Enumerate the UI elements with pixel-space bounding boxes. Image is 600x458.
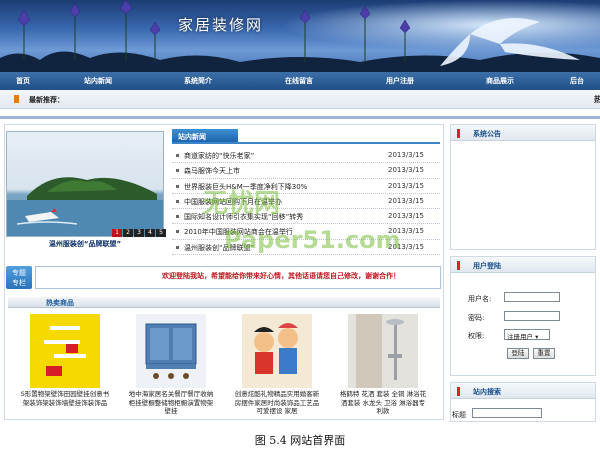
watermark: Paper51.com bbox=[224, 226, 401, 254]
password-field[interactable] bbox=[504, 311, 560, 321]
search-title: 站内搜索 bbox=[473, 388, 501, 396]
username-field[interactable] bbox=[504, 292, 560, 302]
page-dot-3[interactable]: 3 bbox=[134, 229, 144, 237]
login-title: 用户登陆 bbox=[473, 262, 501, 270]
product-image-figurines[interactable] bbox=[242, 314, 312, 388]
hot-products-title: 热卖商品 bbox=[46, 299, 74, 307]
shower-photo bbox=[348, 314, 418, 388]
bullet-icon bbox=[176, 245, 179, 249]
nav-home[interactable]: 首页 bbox=[16, 76, 30, 86]
news-date: 2013/3/15 bbox=[388, 181, 424, 190]
welcome-marquee: 欢迎登陆我站，希望能给你带来好心情，其他话语请您自己修改，谢谢合作！ bbox=[162, 272, 400, 280]
news-item[interactable]: 商道家纺的“快乐老家” 2013/3/15 bbox=[172, 148, 440, 164]
page-dot-4[interactable]: 4 bbox=[145, 229, 155, 237]
role-select[interactable]: 注册用户 ▾ bbox=[504, 329, 550, 341]
bullet-icon bbox=[176, 199, 179, 203]
bullet-icon bbox=[176, 215, 179, 219]
page-dot-2[interactable]: 2 bbox=[123, 229, 133, 237]
nav-about[interactable]: 系统简介 bbox=[184, 76, 212, 86]
nav-message[interactable]: 在线留言 bbox=[285, 76, 313, 86]
notice-title: 系统公告 bbox=[473, 130, 501, 138]
page-dot-5[interactable]: 5 bbox=[156, 229, 166, 237]
nav-admin[interactable]: 后台 bbox=[570, 76, 584, 86]
bullet-icon bbox=[176, 169, 179, 173]
nav-register[interactable]: 用户注册 bbox=[386, 76, 414, 86]
divider bbox=[0, 116, 600, 119]
latest-recommend-bar: 最新推荐： 热 bbox=[0, 90, 600, 109]
news-title[interactable]: 商道家纺的“快乐老家” bbox=[184, 151, 254, 161]
flower-banner-art bbox=[0, 0, 600, 72]
product-caption[interactable]: 创意炫酷礼物精品实用婚客新房摆件家居时尚装饰品工艺品可爱摆设 家居 bbox=[232, 390, 322, 416]
news-date: 2013/3/15 bbox=[388, 166, 424, 175]
password-label: 密码: bbox=[468, 314, 485, 322]
island-photo bbox=[7, 177, 163, 236]
bullet-icon bbox=[176, 230, 179, 234]
nav-news[interactable]: 站内新闻 bbox=[84, 76, 112, 86]
role-label: 权限: bbox=[468, 332, 485, 340]
product-caption[interactable]: 格鹤特 花洒 套装 全铜 淋浴花洒套装 水龙头 卫浴 淋浴器专利款 bbox=[338, 390, 428, 416]
section-marker-icon bbox=[457, 261, 460, 270]
latest-marquee-text[interactable]: 热 bbox=[594, 94, 600, 105]
slideshow-pager: 1 2 3 4 5 bbox=[112, 229, 166, 237]
news-date: 2013/3/15 bbox=[388, 212, 424, 221]
login-button[interactable]: 登陆 bbox=[507, 348, 529, 359]
watermark: 无忧网 bbox=[202, 189, 281, 219]
nav-products[interactable]: 商品展示 bbox=[486, 76, 514, 86]
news-section-title: 站内新闻 bbox=[172, 129, 238, 142]
product-image-shelf[interactable] bbox=[30, 314, 100, 388]
section-marker-icon bbox=[457, 129, 460, 138]
product-caption[interactable]: 地中海家居名关餐厅餐厅收纳柜挂壁橱整储物柜橱演置物架 壁挂 bbox=[126, 390, 216, 416]
slideshow-caption[interactable]: 温州服装创“品牌联盟” bbox=[6, 239, 164, 254]
section-marker-icon bbox=[457, 387, 460, 396]
figurines-photo bbox=[242, 314, 312, 388]
topic-tag-line: 专栏 bbox=[12, 279, 26, 287]
notice-panel: 系统公告 bbox=[450, 124, 596, 250]
notice-header: 系统公告 bbox=[451, 125, 595, 141]
news-date: 2013/3/15 bbox=[388, 151, 424, 159]
news-item[interactable]: 森马服饰今天上市 2013/3/15 bbox=[172, 163, 440, 179]
topic-tag-line: 专题 bbox=[12, 269, 26, 277]
header-banner: 家居装修网 bbox=[0, 0, 600, 72]
bullet-icon bbox=[14, 95, 19, 103]
latest-label: 最新推荐： bbox=[29, 96, 64, 104]
reset-button[interactable]: 重置 bbox=[533, 348, 555, 359]
cabinet-photo bbox=[136, 314, 206, 388]
search-header: 站内搜索 bbox=[451, 383, 595, 399]
main-nav: 首页 站内新闻 系统简介 在线留言 用户注册 商品展示 后台 bbox=[0, 72, 600, 90]
page-dot-1[interactable]: 1 bbox=[112, 229, 122, 237]
topic-tag: 专题 专栏 bbox=[6, 266, 32, 289]
news-date: 2013/3/15 bbox=[388, 196, 424, 205]
username-label: 用户名: bbox=[468, 295, 492, 303]
product-image-shower[interactable] bbox=[348, 314, 418, 388]
site-title: 家居装修网 bbox=[178, 16, 264, 34]
bullet-icon bbox=[176, 184, 179, 188]
search-input[interactable] bbox=[472, 408, 542, 418]
product-image-cabinet[interactable] bbox=[136, 314, 206, 388]
shelf-photo bbox=[30, 314, 100, 388]
product-caption[interactable]: S形置物架壁饰田园壁挂创意书架装饰架装饰墙壁挂饰装饰品 bbox=[20, 390, 110, 407]
bullet-icon bbox=[176, 154, 179, 157]
figure-caption: 图 5.4 网站首界面 bbox=[254, 434, 346, 447]
login-header: 用户登陆 bbox=[451, 257, 595, 273]
news-divider bbox=[172, 142, 440, 144]
slideshow-image[interactable] bbox=[6, 131, 164, 237]
role-select-value: 注册用户 bbox=[507, 333, 533, 341]
news-title[interactable]: 森马服饰今天上市 bbox=[184, 166, 240, 176]
search-field-label: 标题 bbox=[452, 411, 466, 419]
